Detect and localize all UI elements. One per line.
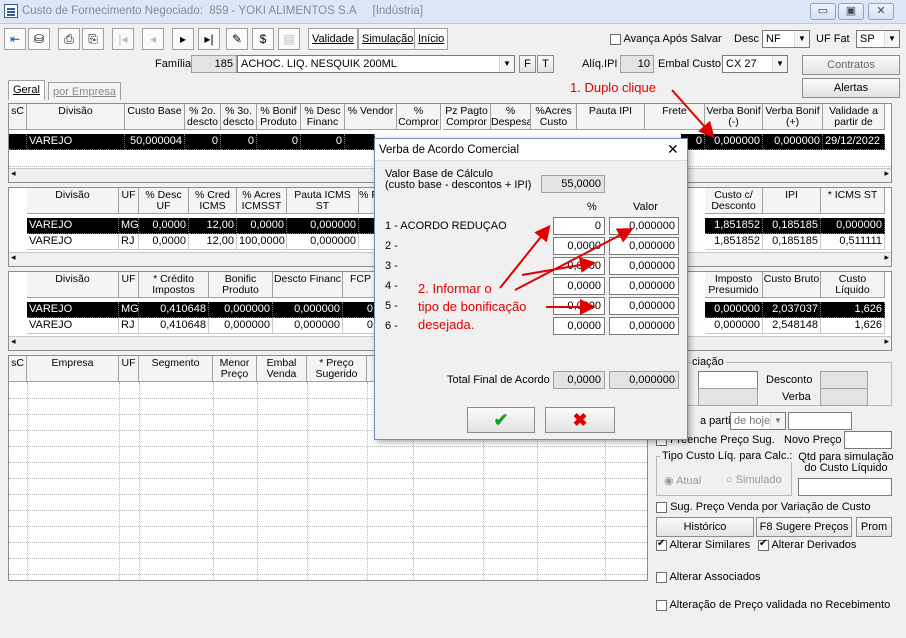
annotation-informar: 2. Informar o tipo de bonificação desejada…: [418, 281, 527, 332]
annotation-duplo-clique: 1. Duplo clique: [570, 80, 656, 95]
arrow-double-click: [671, 89, 715, 138]
arrow-to-valor: [514, 228, 634, 291]
arrow-to-pct: [499, 224, 551, 289]
arrow-to-row3: [521, 257, 596, 276]
